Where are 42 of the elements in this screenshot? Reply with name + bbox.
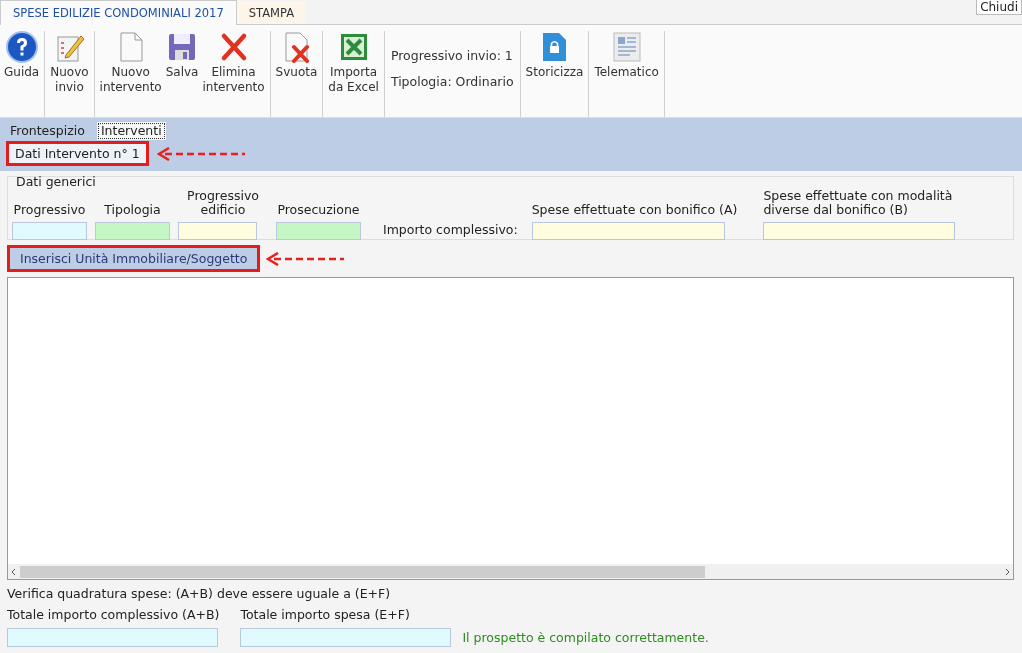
info-text: Tipologia: Ordinario <box>390 73 514 91</box>
help-icon <box>5 31 38 63</box>
section-tab[interactable]: Interventi <box>96 122 166 140</box>
info-text: Progressivo invio: 1 <box>390 47 514 65</box>
toolbar-button[interactable]: Storicizza <box>523 29 586 82</box>
section-tab[interactable]: Frontespizio <box>6 122 89 140</box>
group-title: Dati generici <box>15 174 97 189</box>
close-tooltip: Chiudi <box>976 0 1022 15</box>
field-label: Spese effettuate con bonifico (A) <box>531 203 738 217</box>
field-label: Tipologia <box>104 203 161 217</box>
section-title: Dati Intervento n° 1 <box>6 141 149 166</box>
toolbar-button[interactable]: Importa da Excel <box>326 29 381 97</box>
input-field[interactable] <box>531 222 725 240</box>
scroll-thumb[interactable] <box>20 565 705 578</box>
horizontal-scrollbar[interactable] <box>8 564 1013 579</box>
toolbar-button[interactable]: Nuovo intervento <box>97 29 164 97</box>
toolbar-button[interactable]: Telematico <box>592 29 661 82</box>
input-field[interactable] <box>12 222 87 240</box>
toolbar-button[interactable]: Guida <box>2 29 42 82</box>
input-field[interactable] <box>95 222 170 240</box>
document-lines-icon <box>610 31 643 63</box>
toolbar-button[interactable]: Nuovo invio <box>48 29 91 97</box>
ribbon-tab[interactable]: STAMPA <box>236 1 306 24</box>
ribbon-tab[interactable]: SPESE EDILIZIE CONDOMINIALI 2017 <box>0 0 237 25</box>
check-text: Verifica quadratura spese: (A+B) deve essere uguale a (E+F) <box>7 586 392 601</box>
total-label: Totale importo complessivo (A+B) <box>7 607 220 622</box>
total-field[interactable] <box>240 628 452 647</box>
input-field[interactable] <box>763 222 956 240</box>
toolbar-button[interactable]: Salva <box>163 29 201 82</box>
input-field[interactable] <box>178 222 257 240</box>
status-message: Il prospetto è compilato correttamente. <box>462 630 709 645</box>
total-field[interactable] <box>7 628 218 647</box>
total-label: Totale importo spesa (E+F) <box>240 607 411 622</box>
field-label: Progressivo edificio <box>186 189 260 217</box>
toolbar-button[interactable]: Elimina intervento <box>200 29 267 97</box>
input-field[interactable] <box>276 222 361 240</box>
field-label: Progressivo <box>13 203 86 217</box>
field-label: Importo complessivo: <box>383 223 518 237</box>
toolbar-button[interactable]: Svuota <box>273 29 320 82</box>
insert-unit-button[interactable]: Inserisci Unità Immobiliare/Soggetto <box>7 245 261 272</box>
field-label: Spese effettuate con modalità diverse dal bonifico (B) <box>763 189 954 217</box>
field-label: Prosecuzione <box>277 203 360 217</box>
